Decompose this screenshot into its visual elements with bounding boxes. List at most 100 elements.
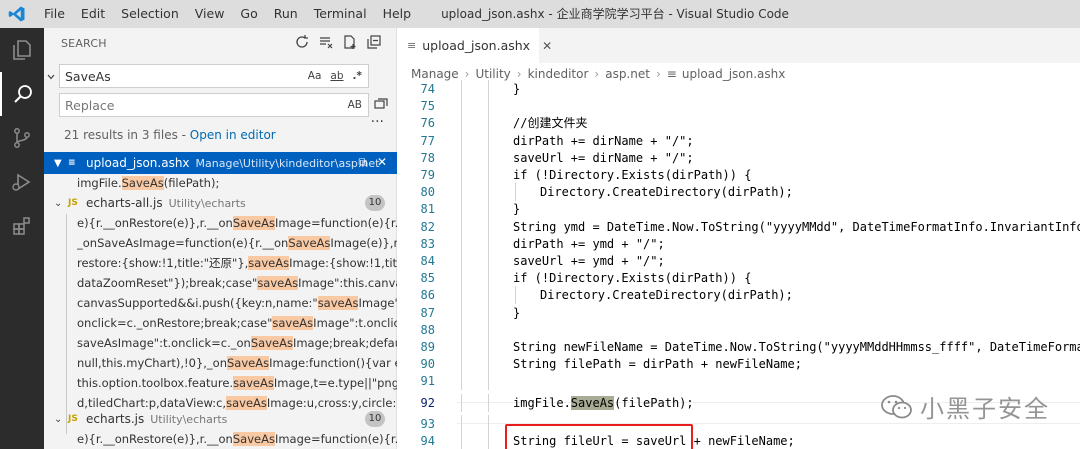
code-line: 86 Directory.CreateDirectory(dirPath); — [397, 286, 1080, 305]
code-text: imgFile.SaveAs(filePath); — [513, 394, 694, 412]
indent-guide — [488, 80, 489, 98]
code-line: 84 saveUrl += ymd + "/"; — [397, 252, 1080, 270]
code-text: saveUrl += ymd + "/"; — [513, 254, 665, 268]
tab-upload-json[interactable]: ≡ upload_json.ashx ✕ — [397, 28, 552, 63]
vscode-logo-icon[interactable] — [8, 5, 26, 23]
match-text-before: canvasSupported&&i.push({key:n,name:" — [77, 296, 318, 310]
line-number: 88 — [420, 322, 435, 337]
menu-terminal[interactable]: Terminal — [306, 0, 375, 28]
more-options-icon[interactable]: ··· — [371, 114, 384, 130]
file-path: Manage\Utility\kindeditor\asp.net — [195, 156, 380, 170]
dismiss-icon[interactable]: ✕ — [377, 155, 387, 170]
code-text: String newFileName = DateTime.Now.ToStri… — [513, 340, 1080, 354]
clear-results-icon[interactable] — [318, 34, 334, 50]
result-file-echarts[interactable]: ⌄ JS echarts.js Utility\echarts 10 — [44, 408, 397, 430]
match-text-after: Image=function(e){r.__onSav... — [274, 216, 397, 230]
code-line: 85 if (!Directory.Exists(dirPath)) { — [397, 269, 1080, 288]
search-actions — [294, 34, 382, 50]
indent-guide — [461, 252, 462, 270]
toggle-replace-chevron-icon[interactable] — [46, 72, 56, 82]
search-match-row[interactable]: restore:{show:!1,title:"还原"},saveAsImage… — [77, 252, 397, 274]
file-name: echarts-all.js — [86, 196, 163, 210]
code-text: saveUrl += dirName + "/"; — [513, 150, 694, 165]
line-number: 93 — [420, 416, 435, 431]
code-text: dirPath += dirName + "/"; — [513, 133, 694, 148]
line-number: 79 — [420, 168, 435, 182]
indent-guide — [488, 114, 489, 133]
match-text-after: Image:{show:!1,title:"保存... — [289, 256, 397, 270]
search-match-row[interactable]: e){r.__onRestore(e)},r.__onSaveAsImage=f… — [77, 212, 397, 234]
run-debug-icon[interactable] — [0, 160, 44, 204]
line-number: 82 — [420, 219, 435, 234]
replace-all-icon[interactable] — [374, 97, 388, 111]
search-match-row[interactable]: this.option.toolbox.feature.saveAsImage,… — [77, 372, 397, 394]
search-icon[interactable] — [0, 72, 44, 116]
search-input[interactable]: SaveAs Aa ab .* — [59, 64, 369, 88]
search-match-row[interactable]: dataZoomReset"});break;case"saveAsImage"… — [77, 272, 397, 294]
menu-edit[interactable]: Edit — [73, 0, 113, 28]
indent-guide — [488, 234, 489, 253]
chevron-down-icon[interactable]: ⌄ — [54, 198, 68, 209]
indent-guide — [488, 286, 489, 305]
search-match-row[interactable]: _onSaveAsImage=function(e){r.__onSaveAsI… — [77, 232, 397, 254]
result-file-echarts-all[interactable]: ⌄ JS echarts-all.js Utility\echarts 10 — [44, 192, 397, 214]
menu-help[interactable]: Help — [375, 0, 420, 28]
indent-guide — [461, 372, 462, 391]
menu-go[interactable]: Go — [232, 0, 265, 28]
title-bar: File Edit Selection View Go Run Terminal Help u… — [0, 0, 1080, 28]
replace-all-in-file-icon[interactable]: ⧉ — [358, 155, 367, 170]
search-match-row[interactable]: imgFile.SaveAs(filePath); — [77, 172, 397, 194]
search-match-row[interactable]: e){r.__onRestore(e)},r.__onSaveAsImage=f… — [77, 428, 397, 449]
match-highlight: SaveAs — [227, 356, 270, 370]
indent-guide — [461, 217, 462, 236]
menu-run[interactable]: Run — [266, 0, 306, 28]
explorer-icon[interactable] — [0, 28, 44, 72]
chevron-down-icon[interactable]: ▼ — [54, 158, 68, 169]
js-file-icon: JS — [68, 414, 78, 424]
match-highlight: saveAs — [272, 316, 314, 330]
replace-input[interactable]: Replace AB — [59, 93, 369, 117]
menu-file[interactable]: File — [36, 0, 73, 28]
code-line: 82 String ymd = DateTime.Now.ToString("yy… — [397, 217, 1080, 236]
search-match-row[interactable]: saveAsImage":t.onclick=c._onSaveAsImage;… — [77, 332, 397, 354]
match-text-after: Image":this.canvasSupp... — [298, 276, 397, 290]
match-text-before: restore:{show:!1,title:"还原"}, — [77, 256, 249, 270]
new-search-editor-icon[interactable] — [342, 34, 358, 50]
match-text-before: onclick=c._onRestore;break;case" — [77, 316, 273, 330]
line-number: 77 — [420, 133, 435, 148]
search-match-row[interactable]: null,this.myChart),!0},_onSaveAsImage:fu… — [77, 352, 397, 374]
menu-selection[interactable]: Selection — [113, 0, 187, 28]
line-number: 81 — [420, 202, 435, 217]
preserve-case-toggle[interactable]: AB — [348, 99, 362, 111]
match-case-toggle[interactable]: Aa — [308, 70, 322, 82]
search-input-value: SaveAs — [65, 68, 111, 84]
line-number: 94 — [420, 434, 435, 448]
refresh-icon[interactable] — [294, 34, 310, 50]
close-icon[interactable]: ✕ — [542, 39, 552, 53]
extensions-icon[interactable] — [0, 204, 44, 248]
indent-guide — [488, 303, 489, 322]
source-control-icon[interactable] — [0, 116, 44, 160]
js-file-icon: JS — [68, 198, 78, 208]
chevron-down-icon[interactable]: ⌄ — [54, 414, 68, 425]
search-match-row[interactable]: canvasSupported&&i.push({key:n,name:"sav… — [77, 292, 397, 314]
code-text: } — [513, 305, 521, 320]
code-line: 87} — [397, 303, 1080, 322]
indent-guide — [461, 234, 462, 253]
indent-guide — [488, 252, 489, 270]
indent-guide — [488, 200, 489, 219]
collapse-all-icon[interactable] — [366, 34, 382, 50]
code-line: 76 //创建文件夹 — [397, 114, 1080, 133]
indent-guide — [461, 355, 462, 374]
indent-guide — [461, 286, 462, 305]
indent-guide — [488, 432, 489, 449]
search-match-row[interactable]: onclick=c._onRestore;break;case"saveAsIm… — [77, 312, 397, 334]
use-regex-toggle[interactable]: .* — [353, 70, 362, 82]
text-file-icon: ≡ — [407, 39, 417, 52]
menu-view[interactable]: View — [187, 0, 233, 28]
code-text: String ymd = DateTime.Now.ToString("yyyy… — [513, 219, 1080, 234]
result-file-upload-json[interactable]: ▼ ≡ upload_json.ashx Manage\Utility\kind… — [44, 152, 397, 174]
open-in-editor-link[interactable]: Open in editor — [190, 128, 276, 142]
indent-guide — [488, 338, 489, 356]
match-whole-word-toggle[interactable]: ab — [330, 70, 343, 82]
